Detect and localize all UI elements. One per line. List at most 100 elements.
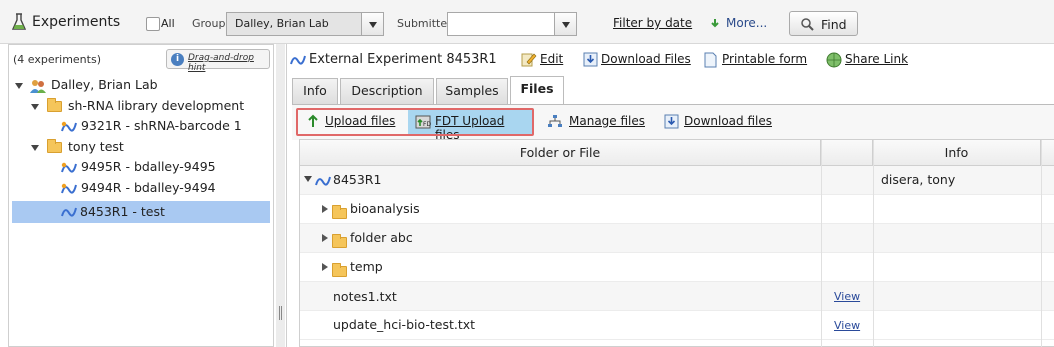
edit-pencil-icon <box>521 53 537 67</box>
column-divider <box>1041 140 1042 347</box>
column-header-extra <box>1041 140 1054 166</box>
all-label: All <box>161 17 175 30</box>
download-files-link[interactable]: Download Files <box>601 52 691 66</box>
tree-item-label: 9495R - bdalley-9495 <box>80 159 216 174</box>
collapsed-arrow-icon[interactable] <box>322 263 328 271</box>
tab-files[interactable]: Files <box>510 76 564 104</box>
view-link[interactable]: View <box>834 290 860 303</box>
submitter-label: Submitter <box>397 17 452 30</box>
experiment-icon <box>61 121 77 132</box>
detail-title: External Experiment 8453R1 <box>309 52 497 67</box>
experiment-count: (4 experiments) <box>13 53 101 66</box>
column-header-label: Info <box>944 145 969 160</box>
table-row[interactable]: bioanalysis <box>300 195 1054 224</box>
download-icon <box>664 114 679 129</box>
all-checkbox[interactable] <box>146 17 160 31</box>
download-files-toolbar-link[interactable]: Download files <box>684 114 772 128</box>
file-name: update_hci-bio-test.txt <box>333 317 476 332</box>
group-select-value: Dalley, Brian Lab <box>235 17 329 30</box>
experiment-tree-panel: (4 experiments) i Drag-and-drop hint Dal… <box>8 44 274 347</box>
find-button[interactable]: Find <box>789 11 858 36</box>
files-grid: Folder or File Info 8453R1 disera, tony … <box>299 139 1054 347</box>
file-name: temp <box>350 259 383 274</box>
download-icon <box>583 52 598 67</box>
more-link[interactable]: More... <box>726 16 767 30</box>
experiment-icon <box>61 207 77 217</box>
tab-label: Samples <box>445 83 499 98</box>
panel-splitter[interactable] <box>276 44 285 347</box>
tree-item-lab[interactable]: Dalley, Brian Lab <box>15 77 158 97</box>
expand-arrow-icon[interactable] <box>31 144 39 151</box>
tab-label: Files <box>520 81 554 96</box>
file-name: folder abc <box>350 230 413 245</box>
drag-handle-icon[interactable] <box>279 306 282 320</box>
collapsed-arrow-icon[interactable] <box>322 234 328 242</box>
column-divider <box>873 140 874 347</box>
tree-item-selected[interactable]: 8453R1 - test <box>12 201 270 223</box>
tab-info[interactable]: Info <box>292 78 338 104</box>
folder-icon <box>332 234 347 248</box>
edit-link[interactable]: Edit <box>540 52 563 66</box>
hierarchy-icon <box>548 115 562 127</box>
drag-drop-hint-button[interactable]: i Drag-and-drop hint <box>166 49 270 73</box>
experiment-icon <box>290 55 306 65</box>
tree-item-experiment[interactable]: 9321R - shRNA-barcode 1 <box>61 118 242 138</box>
tab-label: Description <box>351 83 423 98</box>
upload-icon <box>308 114 318 127</box>
table-row[interactable]: temp <box>300 253 1054 282</box>
table-row[interactable]: 8453R1 disera, tony <box>300 166 1054 195</box>
tree-item-label: 9494R - bdalley-9494 <box>80 180 216 195</box>
column-header-info[interactable]: Info <box>873 140 1041 166</box>
file-name: bioanalysis <box>350 201 420 216</box>
tree-item-experiment[interactable]: 9494R - bdalley-9494 <box>61 180 216 200</box>
folder-icon <box>46 98 62 112</box>
chevron-down-icon[interactable] <box>361 13 383 35</box>
share-link[interactable]: Share Link <box>845 52 908 66</box>
filter-by-date-link[interactable]: Filter by date <box>613 16 692 30</box>
find-button-label: Find <box>821 17 847 32</box>
upload-files-link[interactable]: Upload files <box>325 114 395 128</box>
tree-item-folder-tony[interactable]: tony test <box>31 139 124 159</box>
expand-arrow-icon[interactable] <box>304 176 312 182</box>
group-select[interactable]: Dalley, Brian Lab <box>226 12 384 36</box>
arrow-down-green-icon <box>711 19 719 28</box>
table-row[interactable]: update_hci-bio-test.txt View <box>300 311 1054 340</box>
document-icon <box>704 52 717 68</box>
collapsed-arrow-icon[interactable] <box>322 205 328 213</box>
tab-description[interactable]: Description <box>340 78 434 104</box>
top-toolbar: Experiments All Group Dalley, Brian Lab … <box>0 0 1054 44</box>
experiment-icon <box>315 176 331 186</box>
info-icon: i <box>171 53 184 66</box>
drag-drop-hint-label: Drag-and-drop hint <box>188 53 254 73</box>
file-name: notes1.txt <box>333 289 397 304</box>
column-header-view[interactable] <box>821 140 873 166</box>
tree-item-experiment[interactable]: 9495R - bdalley-9495 <box>61 159 216 179</box>
experiment-icon <box>61 183 77 194</box>
expand-arrow-icon[interactable] <box>31 103 39 110</box>
tab-label: Info <box>303 83 327 98</box>
manage-files-link[interactable]: Manage files <box>569 114 645 128</box>
globe-icon <box>826 52 842 68</box>
tree-item-folder-shrna[interactable]: sh-RNA library development <box>31 98 244 118</box>
table-row[interactable]: folder abc <box>300 224 1054 253</box>
submitter-select[interactable] <box>447 12 577 36</box>
file-info: disera, tony <box>881 172 956 187</box>
expand-arrow-icon[interactable] <box>15 82 23 89</box>
column-header-folder[interactable]: Folder or File <box>300 140 821 166</box>
tree-item-label: sh-RNA library development <box>67 98 245 113</box>
tree-item-label: Dalley, Brian Lab <box>50 77 158 92</box>
tree-item-label: tony test <box>67 139 124 154</box>
users-icon <box>29 79 46 93</box>
page-title: Experiments <box>32 14 121 30</box>
view-link[interactable]: View <box>834 319 860 332</box>
table-row[interactable]: notes1.txt View <box>300 282 1054 311</box>
file-name: 8453R1 <box>333 172 382 187</box>
experiment-icon <box>61 162 77 173</box>
column-divider <box>821 140 822 347</box>
printable-form-link[interactable]: Printable form <box>722 52 807 66</box>
group-label: Group <box>192 17 226 30</box>
chevron-down-icon[interactable] <box>554 13 576 35</box>
tree-item-label: 9321R - shRNA-barcode 1 <box>80 118 242 133</box>
folder-icon <box>332 205 347 219</box>
tab-samples[interactable]: Samples <box>436 78 508 104</box>
